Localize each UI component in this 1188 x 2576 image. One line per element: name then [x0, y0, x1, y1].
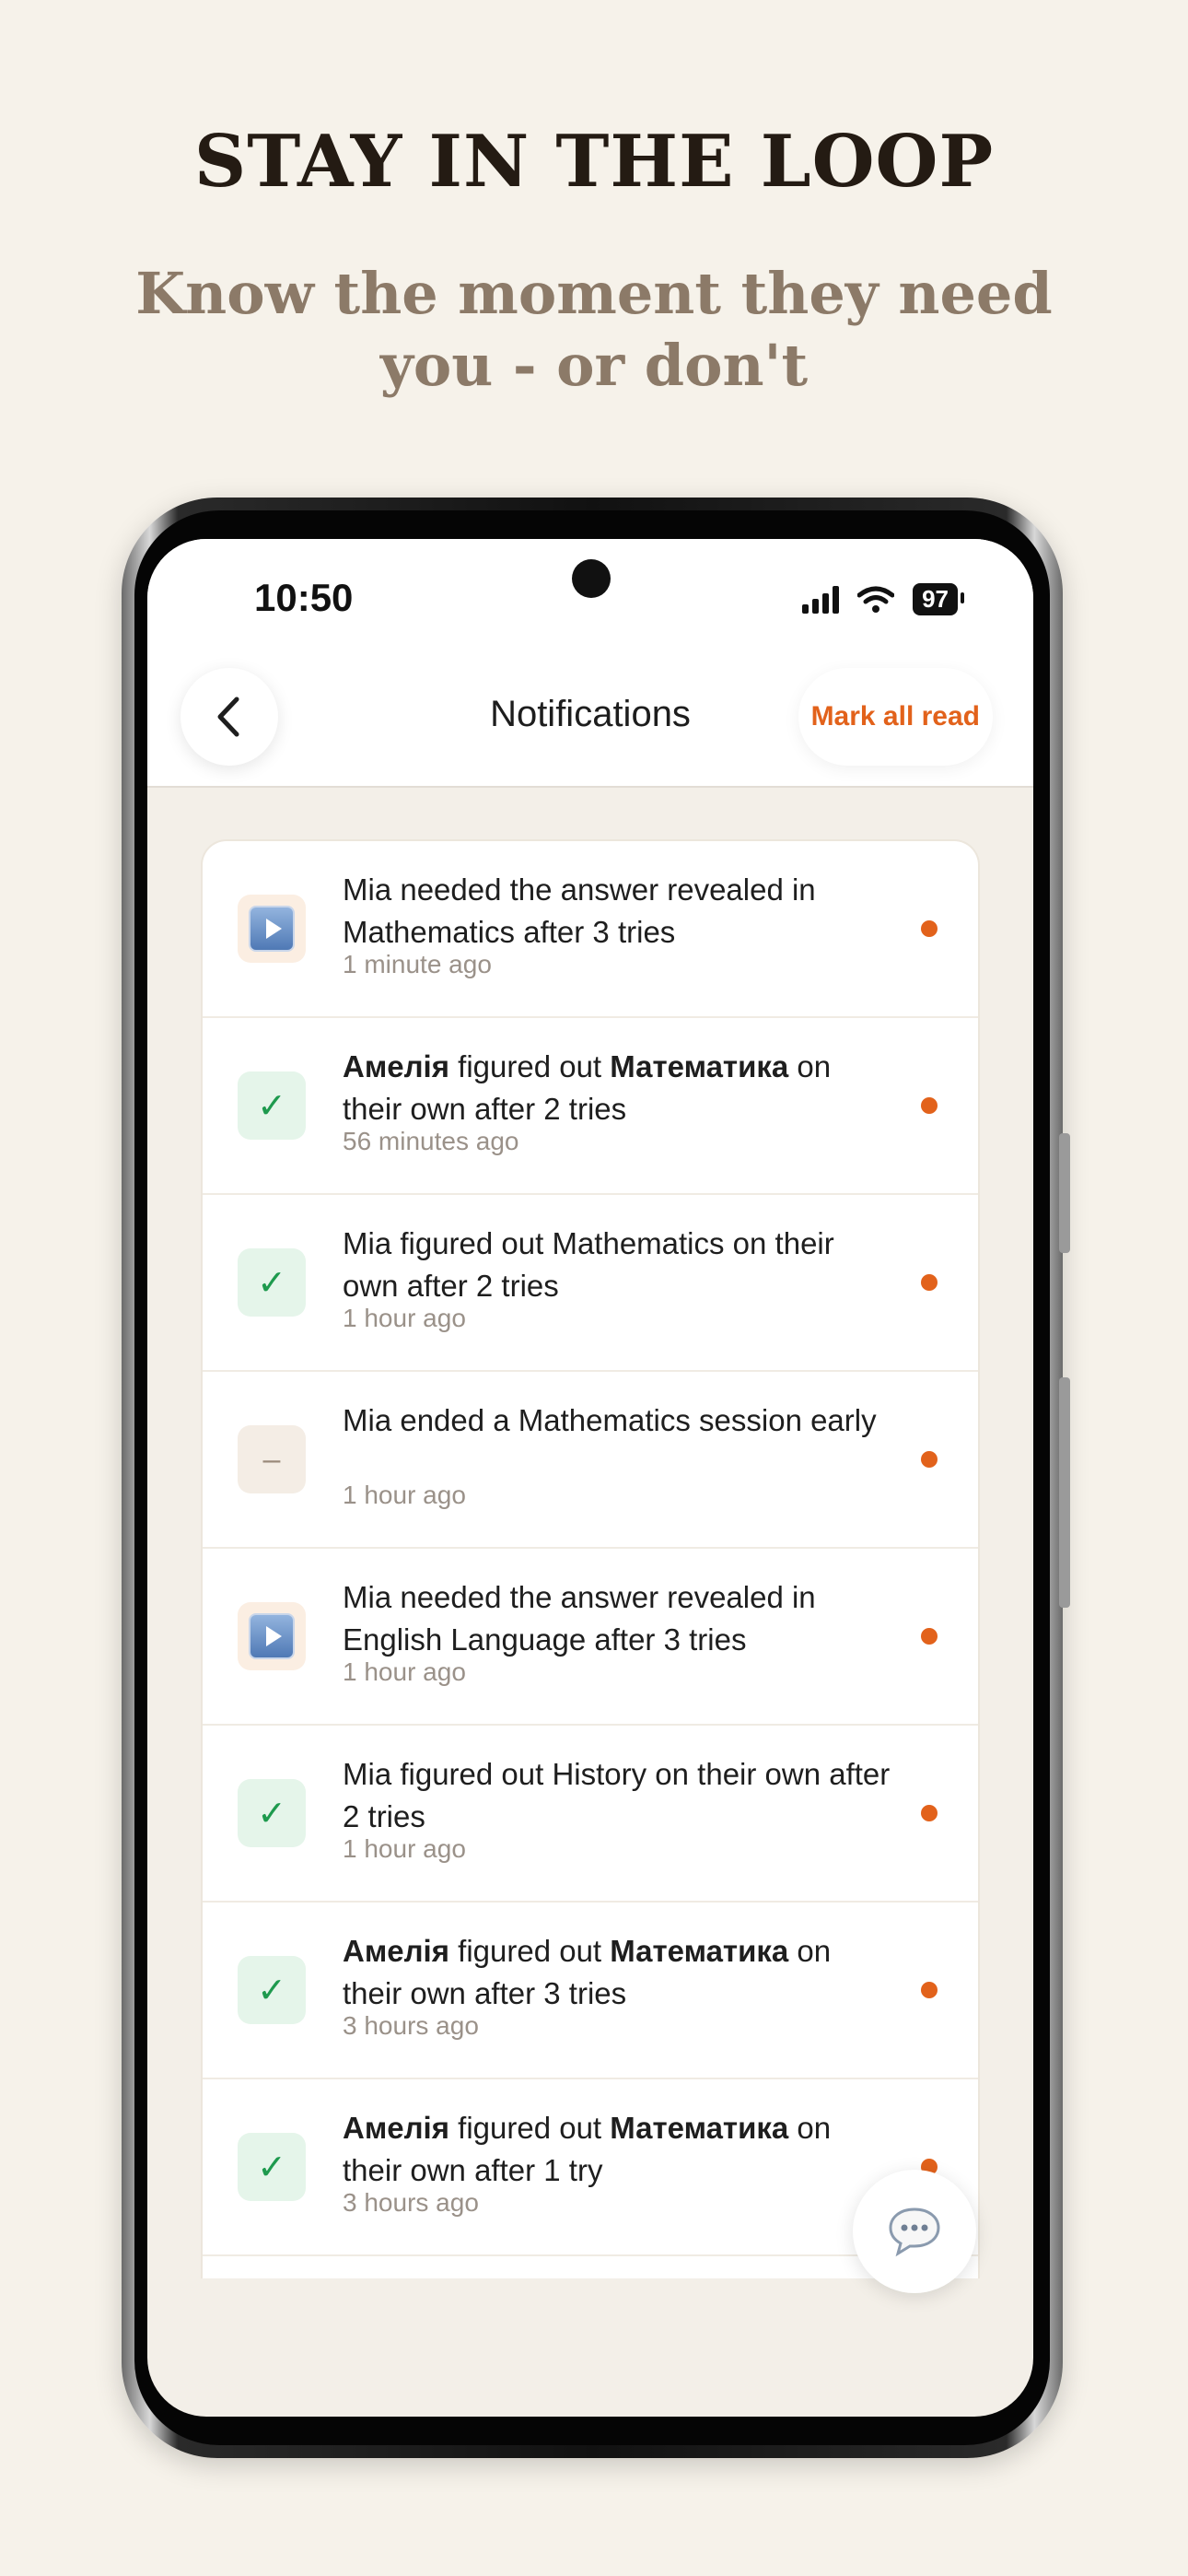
- side-button: [1059, 1377, 1070, 1608]
- checkmark-icon: ✓: [238, 1779, 306, 1847]
- play-button-icon: [238, 1602, 306, 1670]
- notifications-list: Mia needed the answer revealed in Mathem…: [201, 839, 980, 2278]
- notification-item[interactable]: ✓ Амелія figured out Математика on their …: [203, 1903, 978, 2079]
- notification-time: 1 minute ago: [343, 950, 492, 978]
- notification-message: Mia figured out Mathematics on their own…: [343, 1226, 834, 1303]
- mark-all-read-button[interactable]: Mark all read: [798, 668, 993, 766]
- unread-dot: [921, 1805, 938, 1821]
- notification-item[interactable]: ✓ Амелія figured out Математика on their …: [203, 1018, 978, 1195]
- play-button-icon: [238, 895, 306, 963]
- checkmark-icon: ✓: [238, 1071, 306, 1140]
- notification-time: 1 hour ago: [343, 1834, 466, 1863]
- wifi-icon: [857, 586, 895, 613]
- status-icons: 97: [802, 583, 964, 615]
- notification-message: Амелія figured out Математика on their o…: [343, 1934, 832, 2010]
- unread-dot: [921, 1097, 938, 1114]
- app-header: 10:50 97 Notifications Mark all read: [147, 539, 1033, 788]
- notification-message: Mia needed the answer revealed in Englis…: [343, 1580, 816, 1657]
- chat-button[interactable]: [853, 2170, 976, 2293]
- side-button: [1059, 1133, 1070, 1253]
- notification-time: 3 hours ago: [343, 2011, 479, 2040]
- checkmark-icon: ✓: [238, 1956, 306, 2024]
- notification-message: Mia figured out History on their own aft…: [343, 1757, 891, 1833]
- marketing-subline: Know the moment they need you - or don't: [135, 260, 1053, 399]
- signal-icon: [802, 585, 840, 614]
- unread-dot: [921, 1628, 938, 1645]
- notification-message: Амелія figured out Математика on their o…: [343, 2111, 832, 2187]
- chat-bubble-icon: [889, 2207, 940, 2257]
- notification-item[interactable]: ✓ Mia figured out History on their own af…: [203, 1726, 978, 1903]
- notification-time: 56 minutes ago: [343, 1127, 519, 1155]
- notification-time: 1 hour ago: [343, 1657, 466, 1686]
- checkmark-icon: ✓: [238, 2133, 306, 2201]
- front-camera: [572, 559, 611, 598]
- notification-message: Mia needed the answer revealed in Mathem…: [343, 872, 816, 949]
- notification-time: 1 hour ago: [343, 1481, 466, 1509]
- phone-screen: 10:50 97 Notifications Mark all read Mia…: [147, 539, 1033, 2417]
- unread-dot: [921, 920, 938, 937]
- battery-indicator: 97: [913, 583, 964, 615]
- marketing-headline: STAY IN THE LOOP: [193, 120, 995, 204]
- notification-time: 1 hour ago: [343, 1304, 466, 1332]
- unread-dot: [921, 1274, 938, 1291]
- unread-dot: [921, 1451, 938, 1468]
- notification-message: Амелія figured out Математика on their o…: [343, 1049, 832, 1126]
- notification-item[interactable]: Mia needed the answer revealed in Englis…: [203, 1549, 978, 1726]
- notification-item[interactable]: – Mia ended a Mathematics session early 1 …: [203, 1372, 978, 1549]
- notification-item[interactable]: ✓ Mia figured out Mathematics on their ow…: [203, 1195, 978, 1372]
- unread-dot: [921, 1982, 938, 1998]
- checkmark-icon: ✓: [238, 1248, 306, 1317]
- dash-icon: –: [238, 1425, 306, 1493]
- notification-time: 3 hours ago: [343, 2188, 479, 2217]
- status-time: 10:50: [254, 576, 354, 619]
- notification-message: Mia ended a Mathematics session early: [343, 1403, 877, 1437]
- notification-item[interactable]: Mia needed the answer revealed in Mathem…: [203, 841, 978, 1018]
